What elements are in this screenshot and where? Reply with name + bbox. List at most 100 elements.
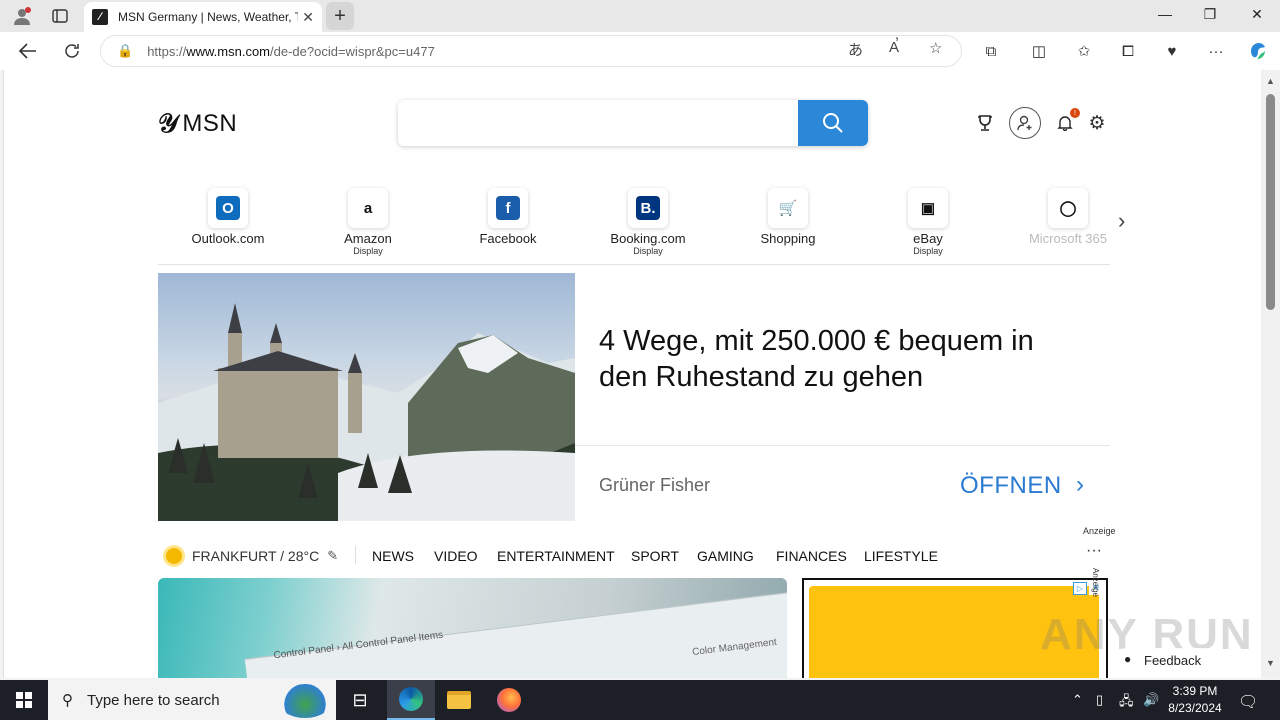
lock-icon[interactable]: 🔒: [117, 43, 133, 59]
feedback-button[interactable]: ● Feedback: [1114, 648, 1226, 672]
settings-more-icon[interactable]: ···: [1205, 40, 1227, 62]
ad-divider: [575, 445, 1110, 446]
scroll-thumb[interactable]: [1266, 94, 1275, 310]
quicklinks-bar: O Outlook.com a Amazon Display f Facebook B. Boo…: [158, 188, 1110, 265]
quicklinks-next-chevron-icon[interactable]: ›: [1118, 208, 1125, 234]
settings-gear-icon[interactable]: ⚙: [1084, 110, 1110, 136]
performance-icon[interactable]: ♥: [1161, 40, 1183, 62]
close-window-icon[interactable]: ✕: [1247, 6, 1267, 23]
tab-sport[interactable]: SPORT: [631, 548, 679, 564]
new-tab-button[interactable]: +: [326, 2, 354, 30]
clock-date: 8/23/2024: [1168, 701, 1222, 715]
tab-video[interactable]: VIDEO: [434, 548, 478, 564]
taskbar-search-placeholder: Type here to search: [87, 691, 220, 709]
tray-device-icon[interactable]: ▯: [1096, 692, 1103, 708]
weather-widget[interactable]: FRANKFURT / 28°C ✎: [158, 548, 338, 564]
tab-msn[interactable]: ∕ MSN Germany | News, Weather, Top Stori…: [84, 2, 322, 32]
msn-search-box: [398, 100, 868, 146]
chevron-right-icon[interactable]: ›: [1076, 471, 1084, 499]
tab-entertainment[interactable]: ENTERTAINMENT: [497, 548, 615, 564]
category-divider: [355, 546, 356, 564]
weather-location: FRANKFURT / 28°C: [192, 548, 320, 564]
quicklink-glyph: f: [496, 196, 520, 220]
quicklink-ebay[interactable]: ▣ eBay Display: [868, 188, 988, 256]
search-input[interactable]: [398, 100, 798, 146]
quicklink-microsoft-365[interactable]: ◯ Microsoft 365: [1008, 188, 1128, 246]
url-text[interactable]: https://www.msn.com/de-de?ocid=wispr&pc=…: [147, 44, 435, 59]
collections-icon[interactable]: ⧠: [1117, 40, 1139, 62]
tab-gaming[interactable]: GAMING: [697, 548, 754, 564]
quicklink-booking-com[interactable]: B. Booking.com Display: [588, 188, 708, 256]
split-screen-icon[interactable]: ◫: [1028, 40, 1050, 62]
quicklink-glyph: O: [216, 196, 240, 220]
quicklink-glyph: a: [356, 196, 380, 220]
tray-network-icon[interactable]: 🖧: [1119, 692, 1134, 714]
taskbar-edge-icon[interactable]: [387, 680, 435, 720]
start-button[interactable]: [0, 680, 48, 720]
favorite-star-icon[interactable]: ☆: [929, 39, 942, 57]
category-nav: FRANKFURT / 28°C ✎ NEWS VIDEO ENTERTAINM…: [158, 542, 1110, 570]
tab-actions-icon[interactable]: [50, 6, 70, 26]
profile-icon[interactable]: [12, 6, 32, 26]
news-card-control-panel[interactable]: Control Panel › All Control Panel Items …: [158, 578, 787, 678]
address-bar[interactable]: 🔒 https://www.msn.com/de-de?ocid=wispr&p…: [100, 35, 962, 67]
tab-finances[interactable]: FINANCES: [776, 548, 847, 564]
quicklink-outlook-com[interactable]: O Outlook.com: [168, 188, 288, 246]
sun-weather-icon: [166, 548, 182, 564]
amazon-icon: a: [348, 188, 388, 228]
taskbar-clock[interactable]: 3:39 PM 8/23/2024: [1160, 683, 1230, 717]
quicklink-sublabel: Display: [633, 246, 663, 256]
ad-open-button[interactable]: ÖFFNEN: [960, 472, 1062, 500]
taskbar-file-explorer-icon[interactable]: [435, 680, 483, 720]
page-scrollbar[interactable]: ▲ ▼: [1261, 70, 1280, 678]
tab-lifestyle[interactable]: LIFESTYLE: [864, 548, 938, 564]
tray-volume-icon[interactable]: 🔊: [1143, 692, 1159, 708]
search-button[interactable]: [798, 100, 868, 146]
quicklink-facebook[interactable]: f Facebook: [448, 188, 568, 246]
castle-ad-image[interactable]: [158, 273, 575, 521]
favorites-icon[interactable]: ✩: [1073, 40, 1095, 62]
edit-pencil-icon[interactable]: ✎: [327, 548, 338, 564]
ad-headline[interactable]: 4 Wege, mit 250.000 € bequem in den Ruhe…: [599, 323, 1069, 395]
quicklink-shopping[interactable]: 🛒 Shopping: [728, 188, 848, 246]
quicklink-label: eBay: [913, 231, 943, 246]
more-categories-icon[interactable]: ···: [1086, 542, 1102, 560]
tab-close-icon[interactable]: ✕: [302, 9, 314, 26]
outlook-icon: O: [208, 188, 248, 228]
ad-banner[interactable]: 4 Wege, mit 250.000 € bequem in den Ruhe…: [158, 273, 1110, 521]
read-aloud-icon[interactable]: A̕: [889, 39, 899, 56]
restore-icon[interactable]: ❐: [1200, 6, 1220, 23]
screenshot-sheet: [244, 585, 787, 678]
shopping-cart-icon: 🛒: [768, 188, 808, 228]
quicklink-amazon[interactable]: a Amazon Display: [308, 188, 428, 256]
quicklink-sublabel: Display: [353, 246, 383, 256]
quicklink-label: Booking.com: [610, 231, 686, 246]
quicklink-sublabel: Display: [913, 246, 943, 256]
back-button[interactable]: [17, 40, 39, 62]
task-view-icon[interactable]: ⊟: [336, 680, 384, 720]
msn-butterfly-icon: 𝒴: [158, 108, 179, 138]
tab-news[interactable]: NEWS: [372, 548, 414, 564]
ad-label-vertical: Anzeige: [1091, 568, 1100, 597]
tray-chevron-up-icon[interactable]: ⌃: [1072, 692, 1083, 708]
rewards-trophy-icon[interactable]: [972, 110, 998, 136]
booking-icon: B.: [628, 188, 668, 228]
copilot-icon[interactable]: [1247, 40, 1269, 62]
ebay-icon: ▣: [908, 188, 948, 228]
ad-advertiser: Grüner Fisher: [599, 475, 711, 495]
adchoices-icon[interactable]: ▷: [1073, 582, 1087, 595]
translate-icon[interactable]: あ: [848, 39, 863, 60]
notification-center-icon[interactable]: 🗨: [1238, 692, 1258, 712]
scroll-up-arrow-icon[interactable]: ▲: [1265, 76, 1276, 86]
taskbar-firefox-icon[interactable]: [485, 680, 533, 720]
sign-in-avatar-icon[interactable]: [1009, 107, 1041, 139]
taskbar-search[interactable]: ⚲ Type here to search: [48, 680, 336, 720]
minimize-icon[interactable]: —: [1155, 6, 1175, 22]
refresh-button[interactable]: [61, 40, 83, 62]
scroll-down-arrow-icon[interactable]: ▼: [1265, 658, 1276, 668]
msn-page: 𝒴 MSN ! ⚙ O Outlook.com a Amazon Display f Fac…: [3, 70, 1261, 678]
msn-logo[interactable]: 𝒴 MSN: [158, 108, 237, 140]
quicklink-glyph: ◯: [1056, 196, 1080, 220]
extensions-icon[interactable]: ⧉: [980, 40, 1002, 62]
feedback-icon: ●: [1124, 652, 1132, 666]
